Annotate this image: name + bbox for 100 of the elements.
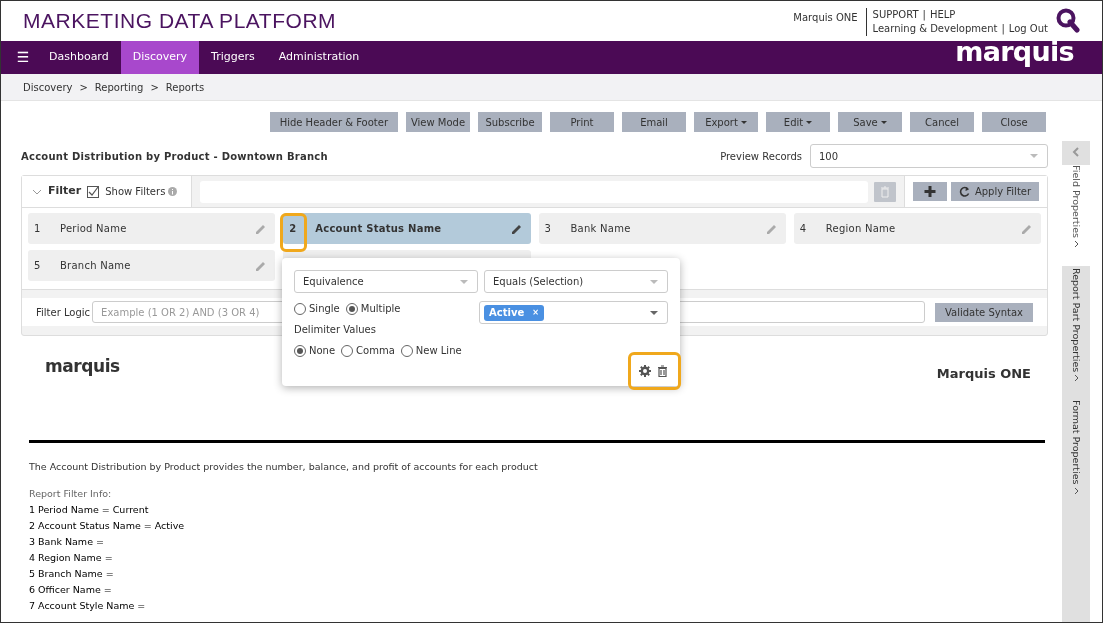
nav-tab[interactable]: Triggers <box>199 41 267 74</box>
filter-info-line: 7 Account Style Name = <box>29 599 147 614</box>
side-tab[interactable]: Format Properties <box>1062 400 1090 513</box>
caret-icon <box>806 120 813 124</box>
breadcrumb-link[interactable]: Reports <box>165 79 205 95</box>
radio-option[interactable]: None <box>294 343 336 358</box>
checkbox-label: Show Filters <box>105 185 166 199</box>
operator-dropdown[interactable]: Equivalence <box>294 270 478 293</box>
chevron-icon <box>1073 239 1079 248</box>
filter-number: 2 <box>288 222 298 236</box>
filter-name: Bank Name <box>569 222 632 236</box>
highlight-frame <box>280 213 307 252</box>
toolbar-button[interactable]: View Mode <box>406 112 470 132</box>
caret-icon <box>649 309 659 316</box>
filter-name: Account Status Name <box>314 222 443 236</box>
filter-number: 3 <box>543 222 552 236</box>
caret-icon <box>1029 153 1039 159</box>
breadcrumb-separator: > <box>150 80 159 95</box>
toolbar-button[interactable]: Cancel <box>910 112 974 132</box>
radio-button[interactable] <box>345 302 358 315</box>
breadcrumb-separator: > <box>79 80 88 95</box>
radio-option[interactable]: Single <box>294 301 340 316</box>
nav-tab[interactable]: Administration <box>266 41 372 74</box>
chevron-icon <box>1073 374 1079 383</box>
app-title: MARKETING DATA PLATFORM <box>23 8 337 35</box>
header-link[interactable]: Log Out <box>1008 22 1048 36</box>
filter-info-line: 2 Account Status Name = Active <box>29 519 186 534</box>
filter-name: Branch Name <box>59 259 132 273</box>
filter-info-line: 5 Branch Name = <box>29 567 115 582</box>
radio-option[interactable]: Comma <box>341 343 395 358</box>
caret-icon <box>880 120 887 124</box>
radio-button[interactable] <box>341 344 354 357</box>
side-tab[interactable]: Report Part Properties <box>1062 267 1090 401</box>
filter-card[interactable]: 2 Account Status Name <box>283 213 531 244</box>
field-label: Preview Records <box>720 149 802 164</box>
toolbar-button[interactable]: Print <box>550 112 614 132</box>
filter-number: 5 <box>33 259 42 273</box>
pencil-icon[interactable] <box>510 222 523 235</box>
filter-label: Filter <box>48 183 82 200</box>
field-label: Filter Logic <box>36 305 91 320</box>
caret-icon <box>649 278 659 285</box>
side-tab[interactable]: Field Properties <box>1062 163 1090 268</box>
filter-name: Region Name <box>824 222 897 236</box>
menu-button[interactable]: ☰ <box>1 41 37 74</box>
radio-button[interactable] <box>294 302 306 315</box>
company-name: Marquis ONE <box>936 365 1031 383</box>
highlight-frame <box>628 352 681 390</box>
nav-tab[interactable]: Discovery <box>120 41 200 74</box>
separator: | <box>922 8 926 22</box>
value-tag: Active × <box>484 304 544 321</box>
operator-dropdown[interactable]: Equals (Selection) <box>484 270 668 293</box>
breadcrumb-link[interactable]: Discovery <box>23 79 73 95</box>
header-link[interactable]: HELP <box>929 8 956 22</box>
radio-button[interactable] <box>400 344 413 357</box>
toolbar-button[interactable]: Close <box>982 112 1046 132</box>
settings-icon[interactable] <box>639 365 651 377</box>
toolbar-button[interactable]: Email <box>622 112 686 132</box>
user-name: Marquis ONE <box>793 11 859 25</box>
filter-card[interactable]: 4 Region Name <box>793 213 1041 244</box>
breadcrumb-link[interactable]: Reporting <box>94 79 144 95</box>
chevron-down-icon[interactable] <box>32 188 42 195</box>
field-label: Delimiter Values <box>294 323 377 337</box>
chevron-icon <box>1073 486 1079 495</box>
brand-logo: marquis <box>955 38 1075 69</box>
trash-icon[interactable] <box>657 365 668 377</box>
filter-name: Period Name <box>59 222 128 236</box>
search-logo-icon <box>1056 8 1080 34</box>
filter-info-line: 1 Period Name = Current <box>29 503 150 518</box>
validate-syntax-button[interactable]: Validate Syntax <box>934 302 1033 322</box>
report-description: The Account Distribution by Product provides the number, balance, and profit of accounts for each product <box>29 460 539 474</box>
toolbar-button[interactable]: Export <box>694 112 758 132</box>
toolbar-button[interactable]: Subscribe <box>478 112 542 132</box>
filter-info-line: 4 Region Name = <box>29 551 114 566</box>
filter-card[interactable]: 5 Branch Name <box>28 250 276 281</box>
caret-icon <box>459 278 469 285</box>
header-link[interactable]: Learning & Development <box>872 22 998 36</box>
filter-card[interactable]: 1 Period Name <box>28 213 276 244</box>
filter-number: 1 <box>33 222 42 236</box>
radio-option[interactable]: New Line <box>400 343 462 358</box>
header-link[interactable]: SUPPORT <box>872 8 919 22</box>
separator: | <box>1001 22 1005 36</box>
preview-records-dropdown[interactable]: 100 <box>810 144 1048 168</box>
toolbar-button[interactable]: Hide Header & Footer <box>269 112 398 132</box>
radio-option[interactable]: Multiple <box>345 301 401 316</box>
nav-tab[interactable]: Dashboard <box>37 41 121 74</box>
filter-info-label: Report Filter Info: <box>29 487 113 502</box>
checkbox[interactable] <box>87 185 100 198</box>
filter-card[interactable]: 3 Bank Name <box>538 213 786 244</box>
filter-info-line: 6 Officer Name = <box>29 583 113 598</box>
report-title: Account Distribution by Product - Downtown Branch <box>21 149 328 164</box>
report-logo: marquis <box>45 355 120 378</box>
toolbar-button[interactable]: Edit <box>766 112 830 132</box>
filter-info-line: 3 Bank Name = <box>29 535 105 550</box>
refresh-icon <box>958 186 970 197</box>
add-button[interactable] <box>913 182 947 201</box>
caret-icon <box>740 120 747 124</box>
toolbar-button[interactable]: Save <box>838 112 902 132</box>
apply-filter-button[interactable]: Apply Filter <box>951 182 1039 201</box>
radio-button[interactable] <box>294 344 306 357</box>
filter-number: 4 <box>798 222 808 236</box>
